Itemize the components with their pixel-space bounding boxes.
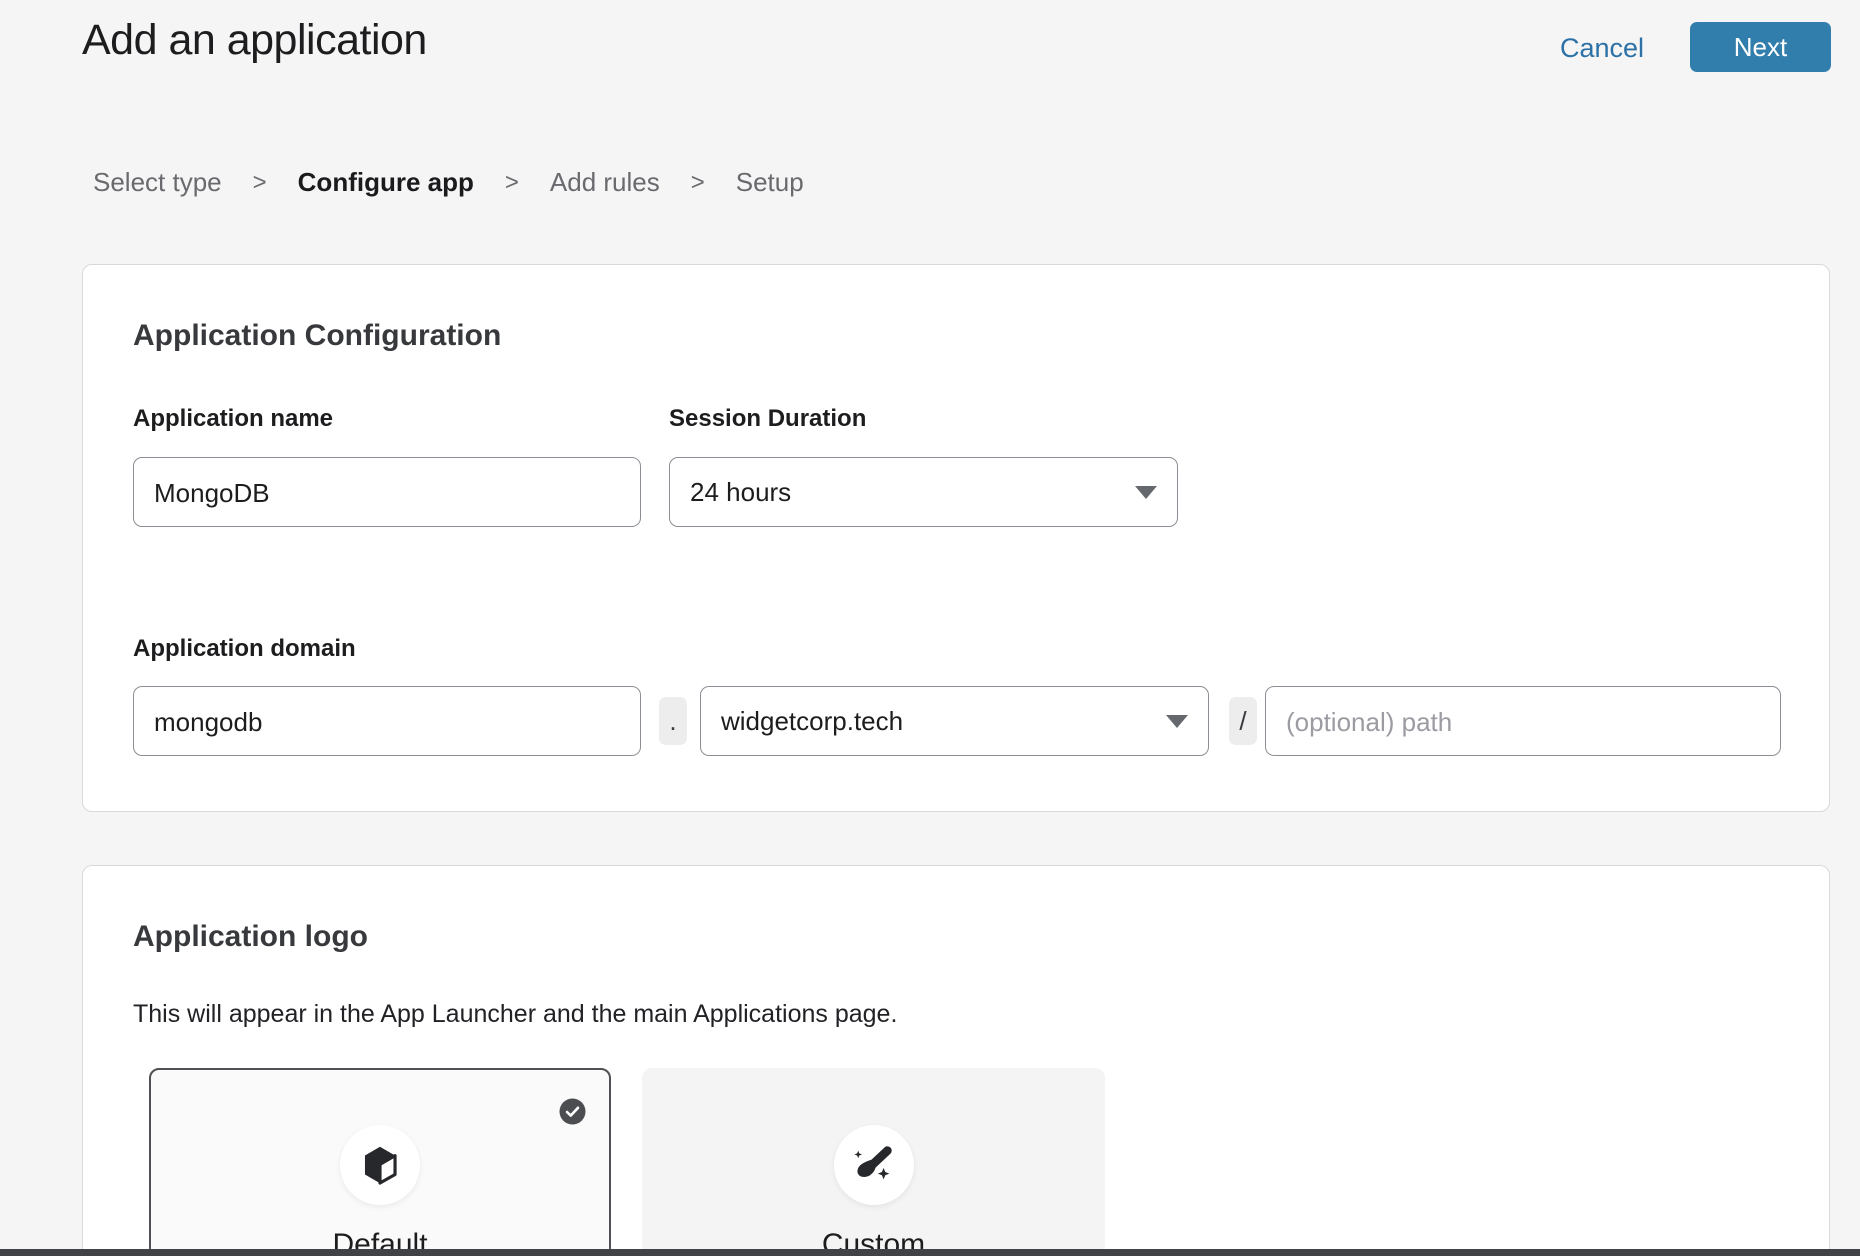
- page-title: Add an application: [82, 16, 427, 65]
- breadcrumb-step-add-rules[interactable]: Add rules: [550, 167, 660, 198]
- next-button[interactable]: Next: [1690, 22, 1831, 72]
- breadcrumb-separator: >: [691, 169, 705, 197]
- logo-card-title: Application logo: [133, 920, 368, 954]
- default-logo-circle: [340, 1125, 420, 1205]
- caret-down-icon: [1135, 486, 1157, 499]
- bottom-edge-bar: [0, 1249, 1860, 1256]
- logo-card-description: This will appear in the App Launcher and…: [133, 1000, 897, 1029]
- application-domain-label: Application domain: [133, 635, 356, 663]
- paintbrush-icon: [851, 1142, 897, 1188]
- slash-separator: /: [1229, 697, 1257, 745]
- breadcrumb-step-select-type[interactable]: Select type: [93, 167, 222, 198]
- application-configuration-card: Application Configuration Application na…: [82, 264, 1830, 812]
- breadcrumb-separator: >: [253, 169, 267, 197]
- add-application-page: Add an application Cancel Next Select ty…: [0, 0, 1860, 1256]
- check-circle-icon: [559, 1098, 586, 1125]
- session-duration-value: 24 hours: [690, 477, 791, 508]
- cube-icon: [361, 1144, 399, 1186]
- subdomain-input[interactable]: [133, 686, 641, 756]
- breadcrumb-step-configure-app[interactable]: Configure app: [298, 167, 474, 198]
- path-input[interactable]: [1265, 686, 1781, 756]
- custom-logo-circle: [834, 1125, 914, 1205]
- dot-separator: .: [659, 697, 687, 745]
- application-logo-card: Application logo This will appear in the…: [82, 865, 1830, 1256]
- breadcrumb: Select type > Configure app > Add rules …: [93, 167, 804, 198]
- logo-option-custom[interactable]: Custom: [642, 1068, 1105, 1256]
- logo-option-default[interactable]: Default: [149, 1068, 611, 1256]
- application-name-label: Application name: [133, 405, 333, 433]
- breadcrumb-step-setup[interactable]: Setup: [736, 167, 804, 198]
- session-duration-select[interactable]: 24 hours: [669, 457, 1178, 527]
- session-duration-label: Session Duration: [669, 405, 866, 433]
- domain-select[interactable]: widgetcorp.tech: [700, 686, 1209, 756]
- cancel-button[interactable]: Cancel: [1560, 33, 1644, 64]
- caret-down-icon: [1166, 715, 1188, 728]
- application-name-input[interactable]: [133, 457, 641, 527]
- configuration-card-title: Application Configuration: [133, 319, 501, 353]
- breadcrumb-separator: >: [505, 169, 519, 197]
- domain-value: widgetcorp.tech: [721, 706, 903, 737]
